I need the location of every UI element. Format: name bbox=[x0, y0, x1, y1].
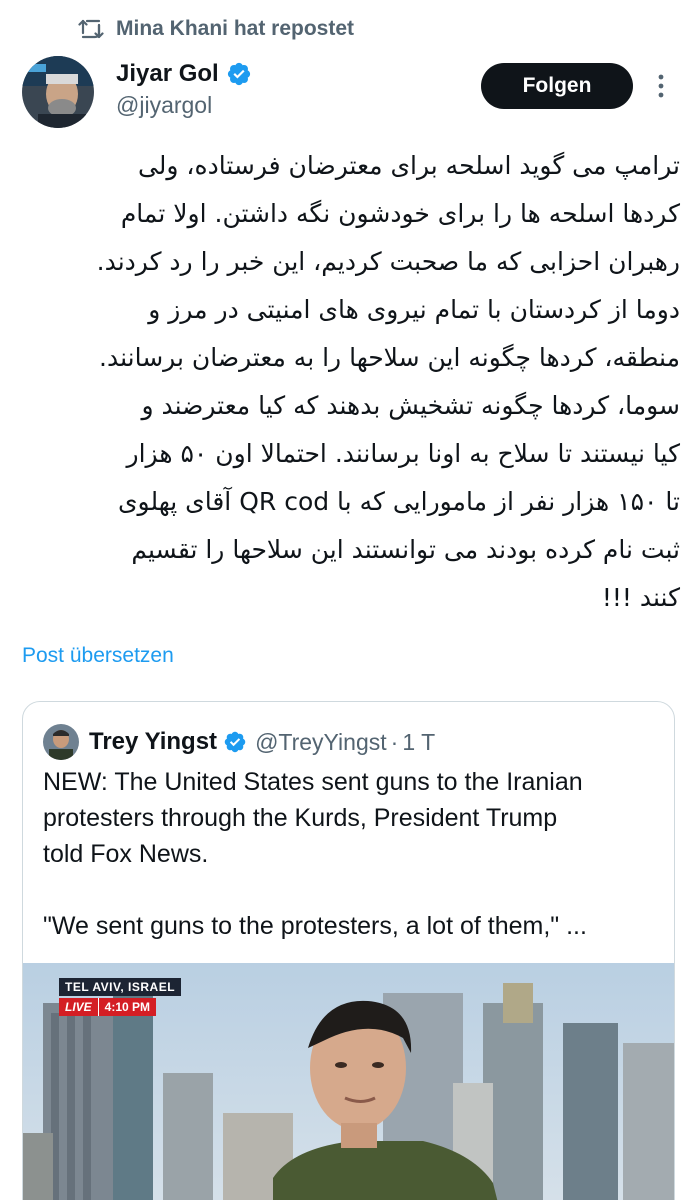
quoted-text-line: protesters through the Kurds, President … bbox=[43, 804, 558, 832]
live-badge: LIVE bbox=[59, 998, 98, 1016]
quoted-author-handle[interactable]: @TreyYingst bbox=[255, 729, 387, 756]
tweet-line: رهبران احزابی که ما صحبت کردیم، این خبر … bbox=[96, 247, 680, 276]
tweet-line: کردها اسلحه ها را برای خودشون نگه داشتن.… bbox=[120, 199, 680, 228]
repost-text: Mina Khani hat repostet bbox=[116, 17, 355, 40]
tweet-line: سوما، کردها چگونه تشخیش بدهند که کیا معت… bbox=[141, 391, 680, 420]
tweet-line: کنند !!! bbox=[601, 583, 680, 612]
quoted-text-line: NEW: The United States sent guns to the … bbox=[43, 768, 583, 796]
news-chyron: TEL AVIV, ISRAEL LIVE 4:10 PM bbox=[59, 978, 182, 1016]
verified-badge-icon bbox=[226, 61, 252, 87]
quoted-text-line: told Fox News. bbox=[43, 840, 209, 868]
translate-post-link[interactable]: Post übersetzen bbox=[22, 644, 174, 668]
tweet-line: تا ۱۵۰ هزار نفر از مامورایی که با QR cod… bbox=[117, 487, 680, 516]
tweet-line: ثبت نام کرده بودند می توانستند این سلاحه… bbox=[131, 535, 680, 564]
repost-indicator[interactable]: Mina Khani hat repostet bbox=[78, 14, 354, 44]
verified-badge-icon bbox=[223, 730, 247, 754]
separator-dot: · bbox=[390, 728, 399, 755]
tweet-line: منطقه، کردها چگونه این سلاحها را به معتر… bbox=[99, 343, 680, 372]
tweet-text: ترامپ می گوید اسلحه برای معترضان فرستاده… bbox=[22, 142, 680, 622]
quoted-tweet-header: Trey Yingst @TreyYingst · 1 T bbox=[43, 724, 435, 760]
chyron-time: 4:10 PM bbox=[97, 998, 157, 1016]
author-avatar[interactable] bbox=[22, 56, 94, 128]
tweet-line: ترامپ می گوید اسلحه برای معترضان فرستاده… bbox=[137, 151, 680, 180]
quoted-tweet-text: NEW: The United States sent guns to the … bbox=[43, 764, 655, 944]
author-info[interactable]: Jiyar Gol @jiyargol bbox=[116, 58, 252, 119]
author-name[interactable]: Jiyar Gol bbox=[116, 60, 219, 88]
quoted-tweet-video-thumbnail[interactable]: TEL AVIV, ISRAEL LIVE 4:10 PM bbox=[23, 963, 674, 1200]
quoted-author-name[interactable]: Trey Yingst bbox=[89, 728, 217, 756]
repost-icon bbox=[78, 16, 104, 42]
tweet-line: دوما از کردستان با تمام نیروی های امنیتی… bbox=[148, 295, 680, 324]
quoted-author-avatar[interactable] bbox=[43, 724, 79, 760]
chyron-location: TEL AVIV, ISRAEL bbox=[59, 978, 182, 996]
more-vertical-icon[interactable] bbox=[648, 70, 674, 102]
author-handle[interactable]: @jiyargol bbox=[116, 92, 252, 119]
quoted-timestamp[interactable]: 1 T bbox=[402, 729, 435, 756]
follow-button[interactable]: Folgen bbox=[481, 63, 633, 109]
quoted-text-line: "We sent guns to the protesters, a lot o… bbox=[43, 912, 587, 940]
quoted-tweet-card[interactable]: Trey Yingst @TreyYingst · 1 T NEW: The U… bbox=[22, 701, 675, 1200]
tweet-line: کیا نیستند تا سلاح به اونا برسانند. احتم… bbox=[126, 439, 680, 468]
